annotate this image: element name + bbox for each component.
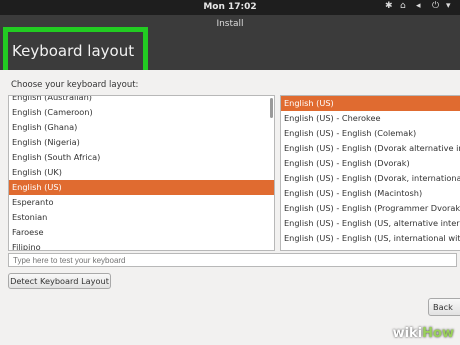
layout-prompt-label: Choose your keyboard layout: — [11, 80, 139, 90]
layout-list-scrollbar[interactable] — [270, 98, 273, 118]
watermark-wiki: wiki — [392, 326, 423, 341]
back-button[interactable]: Back — [428, 298, 460, 316]
variant-list-item[interactable]: English (US) - English (Colemak) — [281, 126, 460, 141]
variant-list-item[interactable]: English (US) - English (Macintosh) — [281, 186, 460, 201]
layout-list-item[interactable]: English (South Africa) — [9, 150, 274, 165]
accessibility-icon[interactable]: ✱ — [385, 1, 393, 11]
top-panel: Mon 17:02 ✱ ⌂ ◂ ⏻ ▾ — [0, 0, 460, 15]
layout-list-item[interactable]: Estonian — [9, 210, 274, 225]
variant-list-item[interactable]: English (US) - English (US, alternative … — [281, 216, 460, 231]
layout-list-item[interactable]: Esperanto — [9, 195, 274, 210]
layout-list-item[interactable]: English (UK) — [9, 165, 274, 180]
layout-list-item[interactable]: Faroese — [9, 225, 274, 240]
network-icon[interactable]: ⌂ — [400, 1, 406, 11]
layout-list-item[interactable]: English (Australian) — [9, 96, 274, 105]
variant-list-item[interactable]: English (US) - English (Dvorak, internat… — [281, 171, 460, 186]
detect-keyboard-layout-button[interactable]: Detect Keyboard Layout — [8, 273, 111, 289]
layout-list[interactable]: English (Australian) English (Cameroon) En… — [8, 95, 275, 251]
variant-list-item[interactable]: English (US) — [281, 96, 460, 111]
variant-list-item[interactable]: English (US) - English (US, internationa… — [281, 231, 460, 246]
layout-list-item[interactable]: English (Cameroon) — [9, 105, 274, 120]
power-icon[interactable]: ⏻ — [432, 1, 439, 11]
chevron-down-icon[interactable]: ▾ — [446, 1, 451, 11]
volume-icon[interactable]: ◂ — [416, 1, 421, 11]
watermark-how: How — [422, 326, 454, 341]
variant-list[interactable]: English (US) English (US) - Cherokee Engli… — [280, 95, 460, 251]
layout-list-item[interactable]: English (US) — [9, 180, 274, 195]
variant-list-item[interactable]: English (US) - English (Dvorak) — [281, 156, 460, 171]
layout-list-item[interactable]: English (Nigeria) — [9, 135, 274, 150]
layout-list-item[interactable]: English (Ghana) — [9, 120, 274, 135]
variant-list-item[interactable]: English (US) - Cherokee — [281, 111, 460, 126]
variant-list-item[interactable]: English (US) - English (US, with euro on… — [281, 246, 460, 250]
variant-list-item[interactable]: English (US) - English (Programmer Dvora… — [281, 201, 460, 216]
highlight-box — [3, 27, 148, 75]
wikihow-watermark: wikiHow — [393, 326, 454, 341]
layout-list-item[interactable]: Filipino — [9, 240, 274, 250]
variant-list-item[interactable]: English (US) - English (Dvorak alternati… — [281, 141, 460, 156]
keyboard-test-input[interactable] — [8, 253, 457, 267]
